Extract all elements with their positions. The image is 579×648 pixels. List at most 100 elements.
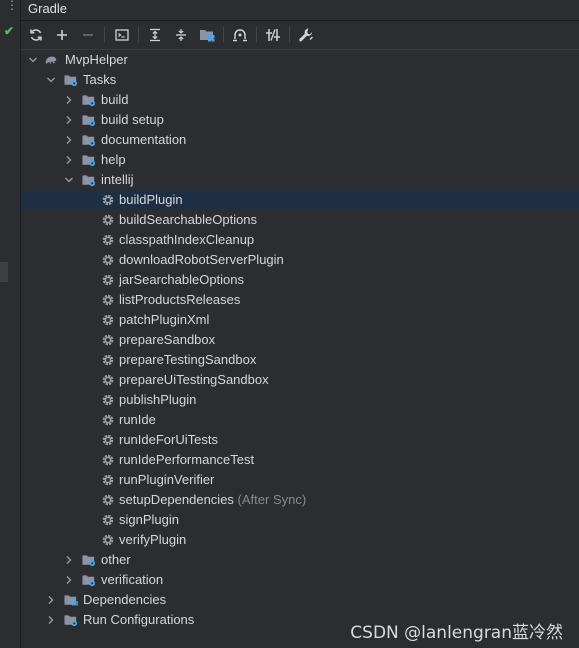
task-item[interactable]: verifyPlugin <box>21 530 579 550</box>
task-item[interactable]: buildSearchableOptions <box>21 210 579 230</box>
task-item[interactable]: classpathIndexCleanup <box>21 230 579 250</box>
tree-node-group-build[interactable]: build <box>21 90 579 110</box>
gear-icon <box>101 453 115 467</box>
panel-title: Gradle <box>28 1 68 16</box>
tree-label: patchPluginXml <box>119 312 210 327</box>
chevron-right-icon[interactable] <box>45 614 57 626</box>
chevron-right-icon[interactable] <box>45 594 57 606</box>
gutter-marker <box>0 262 8 282</box>
tree-label: other <box>101 552 131 567</box>
tree-label: signPlugin <box>119 512 179 527</box>
toolbar-separator <box>256 27 257 43</box>
gradle-elephant-icon <box>44 53 58 67</box>
gear-icon <box>101 213 115 227</box>
task-folder-icon <box>82 113 96 127</box>
tree-node-tasks[interactable]: Tasks <box>21 70 579 90</box>
toolbar-separator <box>138 27 139 43</box>
tree-label: MvpHelper <box>65 52 128 67</box>
task-item[interactable]: setupDependencies (After Sync) <box>21 490 579 510</box>
group-modules-icon[interactable] <box>197 25 217 45</box>
task-folder-icon <box>82 553 96 567</box>
chevron-right-icon[interactable] <box>63 94 75 106</box>
task-item[interactable]: patchPluginXml <box>21 310 579 330</box>
left-gutter: ⋮ ✔ <box>0 0 21 648</box>
chevron-right-icon[interactable] <box>63 114 75 126</box>
tree-node-group-documentation[interactable]: documentation <box>21 130 579 150</box>
tree-label: jarSearchableOptions <box>119 272 245 287</box>
gear-icon <box>101 313 115 327</box>
task-name: setupDependencies <box>119 492 234 507</box>
tree-label: runIde <box>119 412 156 427</box>
task-item[interactable]: prepareUiTestingSandbox <box>21 370 579 390</box>
tree-label: help <box>101 152 126 167</box>
toolbar-separator <box>223 27 224 43</box>
tree-label: runIdeForUiTests <box>119 432 218 447</box>
tree-node-group-build-setup[interactable]: build setup <box>21 110 579 130</box>
tree-node-group-other[interactable]: other <box>21 550 579 570</box>
chevron-down-icon[interactable] <box>27 54 39 66</box>
task-item[interactable]: runIdePerformanceTest <box>21 450 579 470</box>
chevron-right-icon[interactable] <box>63 554 75 566</box>
task-item-selected[interactable]: buildPlugin <box>21 190 579 210</box>
task-item[interactable]: runPluginVerifier <box>21 470 579 490</box>
gear-icon <box>101 513 115 527</box>
tree-label: Tasks <box>83 72 117 87</box>
tree-node-project[interactable]: MvpHelper <box>21 50 579 70</box>
watermark-text: CSDN @lanlengran蓝冷然 <box>350 623 563 643</box>
task-item[interactable]: jarSearchableOptions <box>21 270 579 290</box>
task-item[interactable]: prepareTestingSandbox <box>21 350 579 370</box>
tree-label: runPluginVerifier <box>119 472 215 487</box>
tree-label: publishPlugin <box>119 392 197 407</box>
tree-label: intellij <box>101 172 134 187</box>
tree-label: runIdePerformanceTest <box>119 452 255 467</box>
gear-icon <box>101 473 115 487</box>
build-settings-icon[interactable] <box>296 25 316 45</box>
tree-node-group-verification[interactable]: verification <box>21 570 579 590</box>
gear-icon <box>101 293 115 307</box>
gear-icon <box>101 333 115 347</box>
tree-node-group-intellij[interactable]: intellij <box>21 170 579 190</box>
task-item[interactable]: runIde <box>21 410 579 430</box>
task-item[interactable]: publishPlugin <box>21 390 579 410</box>
chevron-right-icon[interactable] <box>63 134 75 146</box>
remove-icon[interactable] <box>78 25 98 45</box>
task-item[interactable]: signPlugin <box>21 510 579 530</box>
chevron-right-icon[interactable] <box>63 574 75 586</box>
refresh-icon[interactable] <box>26 25 46 45</box>
tree-label: listProductsReleases <box>119 292 241 307</box>
task-folder-icon <box>82 573 96 587</box>
task-folder-icon <box>64 73 78 87</box>
gear-icon <box>101 493 115 507</box>
tree-label: buildPlugin <box>119 192 183 207</box>
collapse-all-icon[interactable] <box>171 25 191 45</box>
task-item[interactable]: runIdeForUiTests <box>21 430 579 450</box>
task-item[interactable]: listProductsReleases <box>21 290 579 310</box>
offline-mode-icon[interactable] <box>230 25 250 45</box>
tree-label: classpathIndexCleanup <box>119 232 255 247</box>
gear-icon <box>101 373 115 387</box>
tree-node-dependencies[interactable]: Dependencies <box>21 590 579 610</box>
execute-task-icon[interactable] <box>112 25 132 45</box>
tree-label: build <box>101 92 129 107</box>
more-options-icon[interactable]: ⋮ <box>6 0 18 15</box>
sync-success-icon: ✔ <box>4 24 15 38</box>
dependencies-folder-icon <box>64 593 78 607</box>
chevron-down-icon[interactable] <box>45 74 57 86</box>
task-item[interactable]: downloadRobotServerPlugin <box>21 250 579 270</box>
tree-node-group-help[interactable]: help <box>21 150 579 170</box>
task-folder-icon <box>82 133 96 147</box>
expand-all-icon[interactable] <box>145 25 165 45</box>
add-icon[interactable] <box>52 25 72 45</box>
gear-icon <box>101 413 115 427</box>
gradle-tool-window: ⋮ ✔ Gradle MvpHelper Tasks build build s… <box>0 0 579 648</box>
toggle-skip-tests-icon[interactable] <box>263 25 283 45</box>
gear-icon <box>101 433 115 447</box>
tree-label: Dependencies <box>83 592 167 607</box>
chevron-down-icon[interactable] <box>63 174 75 186</box>
gear-icon <box>101 273 115 287</box>
task-item[interactable]: prepareSandbox <box>21 330 579 350</box>
chevron-right-icon[interactable] <box>63 154 75 166</box>
gear-icon <box>101 393 115 407</box>
tree-label: documentation <box>101 132 187 147</box>
gradle-toolbar <box>21 21 579 50</box>
